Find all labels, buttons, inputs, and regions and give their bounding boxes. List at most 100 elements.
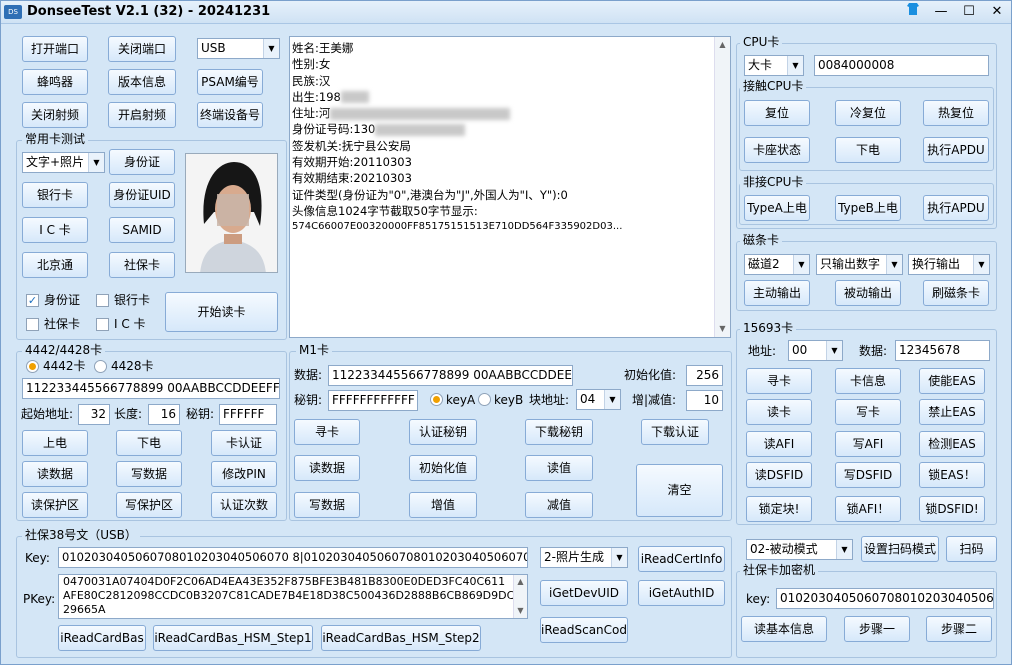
card-size-select[interactable]: 大卡 ▼ [744, 55, 804, 76]
id-uid-button[interactable]: 身份证UID [109, 182, 175, 208]
step-one-button[interactable]: 步骤一 [844, 616, 910, 642]
scan-button[interactable]: 扫码 [946, 536, 997, 562]
data-15693-input[interactable]: 12345678 [895, 340, 990, 361]
reset-button[interactable]: 复位 [744, 100, 810, 126]
ssenc-key-input[interactable]: 0102030405060708010203040506070 [776, 588, 994, 609]
ic-card-button[interactable]: I C 卡 [22, 217, 88, 243]
enable-eas-button[interactable]: 使能EAS [919, 368, 985, 394]
clear-button[interactable]: 清空 [636, 464, 723, 517]
hsm-step1-button[interactable]: iReadCardBas_HSM_Step1 [153, 625, 313, 651]
get-dev-uid-button[interactable]: iGetDevUID [540, 580, 628, 606]
buzzer-button[interactable]: 蜂鸣器 [22, 69, 88, 95]
auth-key-button[interactable]: 认证秘钥 [409, 419, 477, 445]
swipe-card-button[interactable]: 刷磁条卡 [923, 280, 989, 306]
length-input[interactable]: 16 [148, 404, 180, 425]
ss38-key-input[interactable]: 0102030405060708010203040506070 8|010203… [58, 547, 528, 568]
m1-key-input[interactable]: FFFFFFFFFFFF [328, 390, 418, 411]
lock-block-button[interactable]: 锁定块! [746, 496, 812, 522]
photo-mode-select[interactable]: 2-照片生成 ▼ [540, 547, 628, 568]
id-card-button[interactable]: 身份证 [109, 149, 175, 175]
active-output-button[interactable]: 主动输出 [744, 280, 810, 306]
radio-4428[interactable] [94, 360, 107, 373]
execute-apdu-button[interactable]: 执行APDU [923, 137, 989, 163]
typea-power-button[interactable]: TypeA上电 [744, 195, 810, 221]
bank-card-button[interactable]: 银行卡 [22, 182, 88, 208]
rf-off-button[interactable]: 关闭射频 [22, 102, 88, 128]
power-on-4442-button[interactable]: 上电 [22, 430, 88, 456]
write-afi-button[interactable]: 写AFI [835, 431, 901, 457]
ic-card-checkbox[interactable] [96, 318, 109, 331]
write-15693-button[interactable]: 写卡 [835, 399, 901, 425]
read-afi-button[interactable]: 读AFI [746, 431, 812, 457]
cpu-sam-input[interactable]: 0084000008 [814, 55, 989, 76]
disable-eas-button[interactable]: 禁止EAS [919, 399, 985, 425]
hot-reset-button[interactable]: 热复位 [923, 100, 989, 126]
track-select[interactable]: 磁道2 ▼ [744, 254, 810, 275]
write-dsfid-button[interactable]: 写DSFID [835, 462, 901, 488]
card-4442-data-input[interactable]: 112233445566778899 00AABBCCDDEEFF [22, 378, 280, 399]
maximize-icon[interactable]: ☐ [955, 2, 983, 22]
inc-dec-input[interactable]: 10 [686, 390, 723, 411]
close-port-button[interactable]: 关闭端口 [108, 36, 176, 62]
scroll-down-icon[interactable]: ▼ [715, 321, 730, 337]
read-basic-info-button[interactable]: 读基本信息 [741, 616, 827, 642]
start-address-input[interactable]: 32 [78, 404, 110, 425]
read-protect-button[interactable]: 读保护区 [22, 492, 88, 518]
find-15693-button[interactable]: 寻卡 [746, 368, 812, 394]
execute-apdu-contactless-button[interactable]: 执行APDU [923, 195, 989, 221]
key-4442-input[interactable]: FFFFFF [219, 404, 277, 425]
init-value-input[interactable]: 256 [686, 365, 723, 386]
skin-icon[interactable] [899, 2, 927, 22]
psam-button[interactable]: PSAM编号 [197, 69, 263, 95]
version-button[interactable]: 版本信息 [108, 69, 176, 95]
read-card-bas-button[interactable]: iReadCardBas [58, 625, 146, 651]
card-auth-button[interactable]: 卡认证 [211, 430, 277, 456]
increment-button[interactable]: 增值 [409, 492, 477, 518]
newline-select[interactable]: 换行输出 ▼ [908, 254, 990, 275]
read-dsfid-button[interactable]: 读DSFID [746, 462, 812, 488]
close-icon[interactable]: ✕ [983, 2, 1011, 22]
lock-afi-button[interactable]: 锁AFI！ [835, 496, 901, 522]
keyb-radio[interactable] [478, 393, 491, 406]
card-info-15693-button[interactable]: 卡信息 [835, 368, 901, 394]
read-scan-code-button[interactable]: iReadScanCode [540, 617, 628, 643]
block-address-select[interactable]: 04 ▼ [576, 389, 621, 410]
beijing-card-button[interactable]: 北京通 [22, 252, 88, 278]
port-type-select[interactable]: USB ▼ [197, 38, 280, 59]
read-cert-info-button[interactable]: iReadCertInfo [638, 546, 725, 572]
lock-dsfid-button[interactable]: 锁DSFID! [919, 496, 985, 522]
samid-button[interactable]: SAMID [109, 217, 175, 243]
addr-15693-select[interactable]: 00 ▼ [788, 340, 843, 361]
start-read-button[interactable]: 开始读卡 [165, 292, 278, 332]
social-card-button[interactable]: 社保卡 [109, 252, 175, 278]
m1-write-button[interactable]: 写数据 [294, 492, 360, 518]
bank-card-checkbox[interactable] [96, 294, 109, 307]
get-auth-id-button[interactable]: iGetAuthID [638, 580, 725, 606]
decrement-button[interactable]: 减值 [525, 492, 593, 518]
scroll-down-icon[interactable]: ▼ [514, 604, 527, 618]
scroll-up-icon[interactable]: ▲ [715, 37, 730, 53]
open-port-button[interactable]: 打开端口 [22, 36, 88, 62]
power-off-4442-button[interactable]: 下电 [116, 430, 182, 456]
write-data-4442-button[interactable]: 写数据 [116, 461, 182, 487]
hsm-step2-button[interactable]: iReadCardBas_HSM_Step2 [321, 625, 481, 651]
pkey-textarea[interactable]: 0470031A07404D0F2C06AD4EA43E352F875BFE3B… [58, 574, 528, 619]
step-two-button[interactable]: 步骤二 [926, 616, 992, 642]
card-info-memo[interactable]: 姓名:王美娜 性别:女 民族:汉 出生:198 住址:河 身份证号码:130 签… [289, 36, 731, 338]
read-mode-select[interactable]: 文字+照片 ▼ [22, 152, 105, 173]
pkey-scrollbar[interactable]: ▲ ▼ [513, 575, 527, 618]
m1-read-button[interactable]: 读数据 [294, 455, 360, 481]
download-auth-button[interactable]: 下载认证 [641, 419, 709, 445]
typeb-power-button[interactable]: TypeB上电 [835, 195, 901, 221]
lock-eas-button[interactable]: 锁EAS！ [919, 462, 985, 488]
write-protect-button[interactable]: 写保护区 [116, 492, 182, 518]
cpu-power-off-button[interactable]: 下电 [835, 137, 901, 163]
terminal-button[interactable]: 终端设备号 [197, 102, 263, 128]
auth-count-button[interactable]: 认证次数 [211, 492, 277, 518]
keya-radio[interactable] [430, 393, 443, 406]
scan-mode-select[interactable]: 02-被动模式 ▼ [746, 539, 853, 560]
cold-reset-button[interactable]: 冷复位 [835, 100, 901, 126]
m1-data-input[interactable]: 112233445566778899 00AABBCCDDEEFF [328, 365, 573, 386]
read-15693-button[interactable]: 读卡 [746, 399, 812, 425]
id-card-checkbox[interactable]: ✓ [26, 294, 39, 307]
